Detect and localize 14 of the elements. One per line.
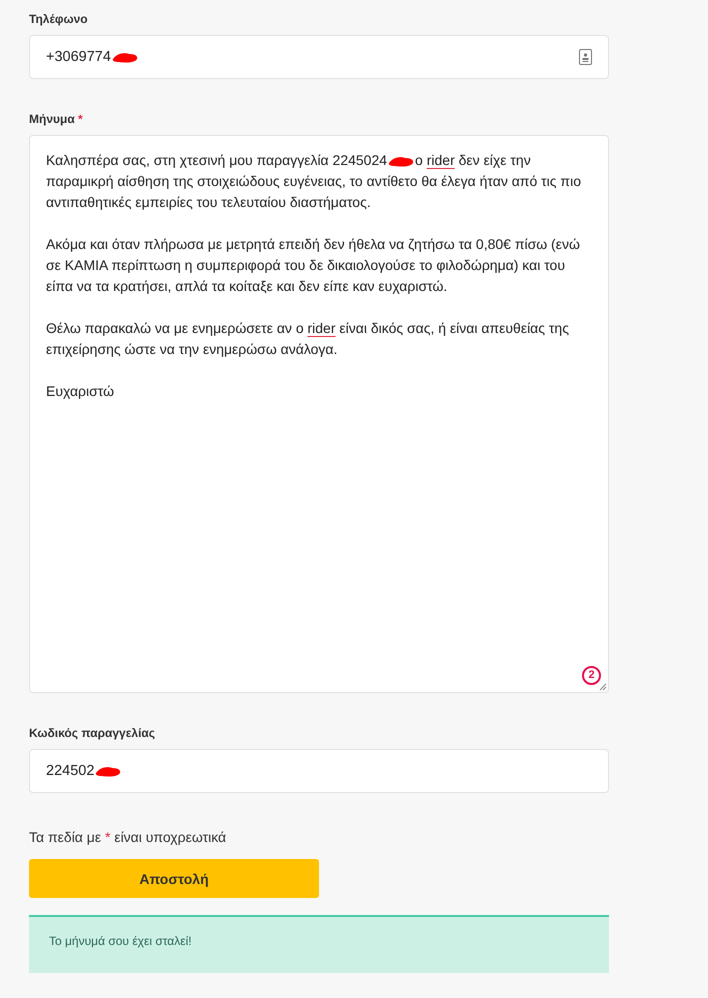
submit-button[interactable]: Αποστολή <box>29 859 319 898</box>
redaction-scribble <box>387 154 416 168</box>
field-label: Τηλέφωνο <box>29 12 88 26</box>
phone-field[interactable]: +3069774 <box>29 35 609 79</box>
issue-count-badge[interactable]: 2 <box>582 666 601 685</box>
field-label: Μήνυμα * <box>29 112 83 126</box>
order-code-field[interactable]: 224502 <box>29 749 609 793</box>
contact-card-icon[interactable] <box>579 49 592 65</box>
message-field[interactable]: Καλησπέρα σας, στη χτεσινή μου παραγγελία 2245024 ο rider δεν είχε την παραμικρή αίσθηση της στοιχειώδους ευγένειας, το αντίθετο θα έλεγα ήταν από τις πιο αντιπαθητικές εμπειρίες του τελευταίου διαστήματος. Ακόμα και όταν πλήρωσα με μετρητά επειδή δεν ήθελα να ζητήσω τα 0,80€ πίσω (ενώ σε ΚΑΜΙΑ περίπτωση η συμπεριφορά του δε δικαιολογούσε το φιλοδώρημα) και του είπα να τα κρατήσει, απλά τα κοίταξε και δεν είπε καν ευχαριστώ. Θέλω παρακαλώ να με ενημερώσετε αν ο rider είναι δικός σας, ή είναι απευθείας της επιχείρησης ώστε να την ενημερώσω ανάλογα. Ευχαριστώ 2 <box>29 135 609 693</box>
resize-grip-icon[interactable] <box>599 683 607 691</box>
field-label: Κωδικός παραγγελίας <box>29 726 156 740</box>
required-note: Τα πεδία με * είναι υποχρεωτικά <box>29 829 226 845</box>
required-asterisk: * <box>78 112 83 126</box>
success-text: Το μήνυμά σου έχει σταλεί! <box>49 934 192 948</box>
